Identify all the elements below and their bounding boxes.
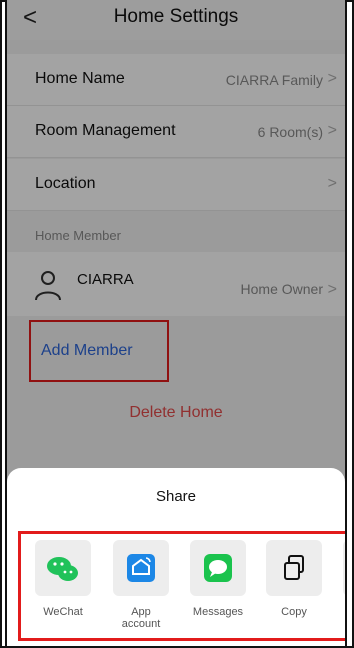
phone-screen: < Home Settings Home Name CIARRA Family … [5, 0, 347, 646]
app-account-icon [127, 554, 155, 582]
messages-icon [204, 554, 232, 582]
copy-icon [284, 555, 304, 580]
messages-share-button[interactable] [190, 540, 246, 596]
more-share-option[interactable] [343, 540, 345, 596]
app-account-share-button[interactable] [113, 540, 169, 596]
app-account-label-line1: App [131, 606, 151, 618]
copy-share-button[interactable] [266, 540, 322, 596]
copy-label: Copy [281, 606, 307, 618]
wechat-share-button[interactable] [35, 540, 91, 596]
messages-label: Messages [192, 606, 244, 618]
app-account-label-line2: account [121, 618, 161, 630]
wechat-label: WeChat [43, 606, 83, 618]
app-account-label: App account [103, 606, 179, 630]
share-sheet: Share WeChat App account Messages Copy [7, 468, 345, 646]
wechat-icon [47, 557, 78, 581]
share-sheet-title: Share [155, 488, 197, 505]
